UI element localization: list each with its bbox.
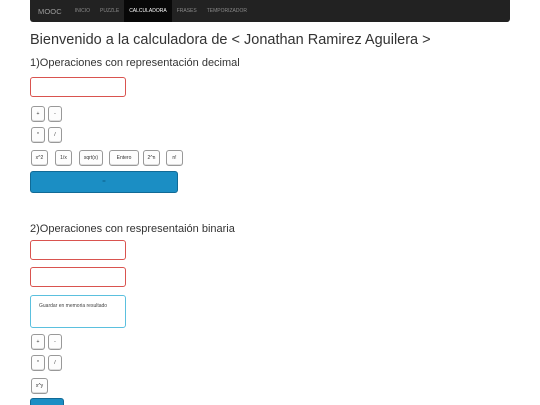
binary-multiply-button[interactable]: * xyxy=(31,355,45,371)
binary-minus-button[interactable]: - xyxy=(48,334,62,350)
page-title: Bienvenido a la calculadora de < Jonatha… xyxy=(30,32,431,48)
decimal-minus-button[interactable]: - xyxy=(48,106,62,122)
integer-button[interactable]: Entero xyxy=(109,150,139,166)
decimal-equals-button[interactable]: = xyxy=(30,171,178,193)
navbar-brand[interactable]: MOOC xyxy=(30,7,70,16)
binary-section-title: 2)Operaciones con respresentaión binaria xyxy=(30,223,235,235)
top-navbar: MOOC INICIO PUZZLE CALCULADORA FRASES TE… xyxy=(30,0,510,22)
decimal-input[interactable] xyxy=(30,77,126,97)
binary-divide-button[interactable]: / xyxy=(48,355,62,371)
decimal-multiply-button[interactable]: * xyxy=(31,127,45,143)
binary-input-first[interactable] xyxy=(30,240,126,260)
factorial-button[interactable]: n! xyxy=(166,150,183,166)
power-xy-button[interactable]: x^y xyxy=(31,378,48,394)
binary-plus-button[interactable]: + xyxy=(31,334,45,350)
save-memory-result-box[interactable]: Guardar en memoria resultado xyxy=(30,295,126,328)
decimal-plus-button[interactable]: + xyxy=(31,106,45,122)
inverse-button[interactable]: 1/x xyxy=(55,150,72,166)
binary-input-second[interactable] xyxy=(30,267,126,287)
binary-equals-button[interactable] xyxy=(30,398,64,405)
nav-item-inicio[interactable]: INICIO xyxy=(70,0,95,22)
power-of-two-button[interactable]: 2^n xyxy=(143,150,160,166)
nav-item-temporizador[interactable]: TEMPORIZADOR xyxy=(202,0,252,22)
sqrt-button[interactable]: sqrt(x) xyxy=(79,150,103,166)
decimal-divide-button[interactable]: / xyxy=(48,127,62,143)
nav-item-frases[interactable]: FRASES xyxy=(172,0,202,22)
nav-item-calculadora[interactable]: CALCULADORA xyxy=(124,0,172,22)
nav-item-puzzle[interactable]: PUZZLE xyxy=(95,0,124,22)
square-button[interactable]: x^2 xyxy=(31,150,48,166)
decimal-section-title: 1)Operaciones con representación decimal xyxy=(30,57,240,69)
